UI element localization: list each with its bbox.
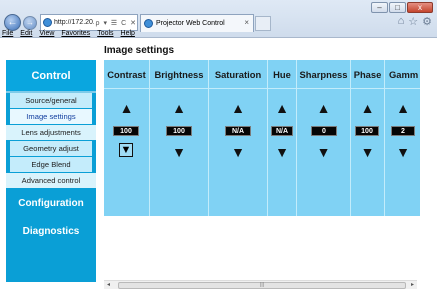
increase-arrow-icon[interactable]: ▲ (268, 100, 296, 116)
page-content: Image settings Control Source/general Im… (0, 40, 437, 295)
favorites-star-icon[interactable]: ☆ (408, 15, 418, 28)
value-display: 2 (391, 126, 415, 136)
window-controls: – □ x (371, 2, 433, 13)
browser-toolbar-icons: ⌂ ☆ ⚙ (398, 15, 432, 28)
menu-view[interactable]: View (39, 30, 54, 40)
sidebar-section-configuration[interactable]: Configuration (6, 189, 96, 217)
increase-arrow-icon[interactable]: ▲ (385, 100, 420, 116)
close-window-button[interactable]: x (407, 2, 433, 13)
column-sharpness: Sharpness ▲ 0 ▼ (297, 60, 351, 216)
sidebar-item-image-settings[interactable]: Image settings (10, 109, 92, 125)
maximize-button[interactable]: □ (389, 2, 406, 13)
sidebar-item-lens-adjustments[interactable]: Lens adjustments (6, 125, 96, 141)
sidebar-section-diagnostics[interactable]: Diagnostics (6, 217, 96, 245)
column-contrast: Contrast ▲ 100 ▼ (104, 60, 150, 216)
ie-page-icon (43, 18, 52, 27)
tab-title: Projector Web Control (156, 20, 225, 27)
menu-edit[interactable]: Edit (20, 30, 32, 40)
address-bar[interactable]: http://172.20.10.... ρ ▾ ☰ C ✕ (40, 14, 138, 31)
address-tools-icons[interactable]: ρ ▾ ☰ C ✕ (96, 19, 137, 27)
menu-bar: File Edit View Favorites Tools Help (0, 30, 437, 40)
increase-arrow-icon[interactable]: ▲ (104, 100, 149, 116)
value-display: 0 (311, 126, 337, 136)
forward-button[interactable]: → (23, 16, 37, 30)
sidebar-item-geometry-adjust[interactable]: Geometry adjust (10, 141, 92, 157)
image-settings-panel: Contrast ▲ 100 ▼ Brightness ▲ 100 ▼ Satu… (104, 60, 420, 216)
sidebar-header-control[interactable]: Control (6, 60, 96, 93)
decrease-arrow-icon[interactable]: ▼ (351, 144, 384, 160)
menu-tools[interactable]: Tools (97, 30, 113, 40)
new-tab-button[interactable] (255, 16, 271, 31)
horizontal-scrollbar[interactable]: ◂ ||| ▸ (104, 280, 417, 289)
back-button[interactable]: ← (4, 14, 21, 31)
column-header: Hue (268, 60, 296, 89)
increase-arrow-icon[interactable]: ▲ (351, 100, 384, 116)
sidebar-item-source-general[interactable]: Source/general (10, 93, 92, 109)
column-header: Sharpness (297, 60, 350, 89)
increase-arrow-icon[interactable]: ▲ (297, 100, 350, 116)
column-saturation: Saturation ▲ N/A ▼ (209, 60, 268, 216)
tab-close-icon[interactable]: × (244, 18, 249, 27)
column-phase: Phase ▲ 100 ▼ (351, 60, 385, 216)
menu-favorites[interactable]: Favorites (61, 30, 90, 40)
value-display: N/A (271, 126, 293, 136)
sidebar-item-edge-blend[interactable]: Edge Blend (10, 157, 92, 173)
scroll-left-icon[interactable]: ◂ (104, 281, 113, 290)
increase-arrow-icon[interactable]: ▲ (209, 100, 267, 116)
sidebar: Control Source/general Image settings Le… (6, 60, 96, 282)
decrease-arrow-icon[interactable]: ▼ (209, 144, 267, 160)
scrollbar-thumb[interactable]: ||| (118, 282, 406, 289)
sidebar-item-advanced-control[interactable]: Advanced control (6, 173, 96, 189)
menu-help[interactable]: Help (121, 30, 135, 40)
decrease-arrow-icon[interactable]: ▼ (297, 144, 350, 160)
decrease-arrow-icon[interactable]: ▼ (385, 144, 420, 160)
column-header: Phase (351, 60, 384, 89)
column-brightness: Brightness ▲ 100 ▼ (150, 60, 209, 216)
decrease-arrow-icon[interactable]: ▼ (119, 143, 133, 157)
menu-file[interactable]: File (2, 30, 13, 40)
tab-favicon-icon (144, 19, 153, 28)
decrease-arrow-icon[interactable]: ▼ (150, 144, 208, 160)
value-display: N/A (225, 126, 251, 136)
settings-gear-icon[interactable]: ⚙ (422, 15, 432, 28)
page-title: Image settings (104, 45, 175, 56)
address-text[interactable]: http://172.20.10.... (54, 19, 94, 26)
value-display: 100 (355, 126, 379, 136)
column-hue: Hue ▲ N/A ▼ (268, 60, 297, 216)
column-gamma: Gamm ▲ 2 ▼ (385, 60, 420, 216)
home-icon[interactable]: ⌂ (398, 15, 405, 28)
value-display: 100 (166, 126, 192, 136)
column-header: Contrast (104, 60, 149, 89)
decrease-arrow-icon[interactable]: ▼ (268, 144, 296, 160)
value-display: 100 (113, 126, 139, 136)
column-header: Brightness (150, 60, 208, 89)
scroll-right-icon[interactable]: ▸ (408, 281, 417, 290)
column-header: Gamm (385, 60, 420, 89)
increase-arrow-icon[interactable]: ▲ (150, 100, 208, 116)
minimize-button[interactable]: – (371, 2, 388, 13)
column-header: Saturation (209, 60, 267, 89)
